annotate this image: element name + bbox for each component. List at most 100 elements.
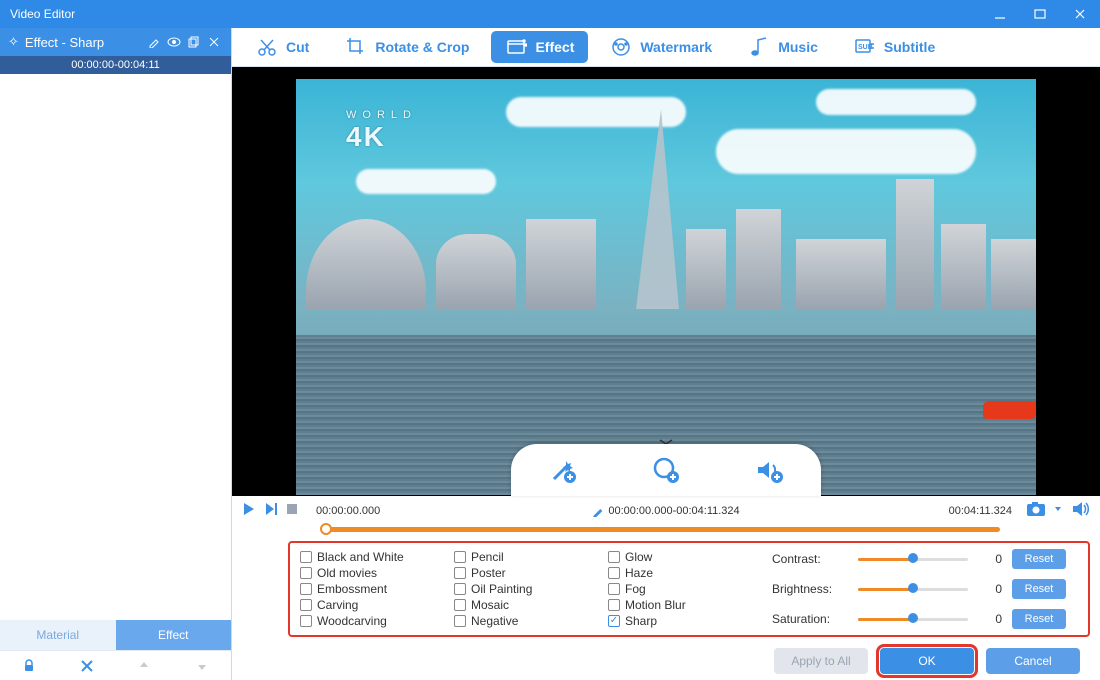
checkbox-icon: [300, 615, 312, 627]
sidebar-tabs: Material Effect: [0, 620, 231, 650]
eye-icon[interactable]: [165, 33, 183, 51]
time-end: 00:04:11.324: [949, 505, 1012, 517]
effect-sharp[interactable]: Sharp: [608, 613, 748, 629]
reset-button[interactable]: Reset: [1012, 549, 1066, 569]
checkbox-icon: [300, 583, 312, 595]
checkbox-icon: [300, 551, 312, 563]
effect-label: Motion Blur: [625, 598, 686, 612]
checkbox-icon: [300, 567, 312, 579]
video-preview[interactable]: WORLD 4K: [296, 79, 1036, 495]
effect-poster[interactable]: Poster: [454, 565, 594, 581]
volume-button[interactable]: [1072, 501, 1090, 520]
tab-effect[interactable]: Effect: [116, 620, 232, 650]
magic-wand-button[interactable]: [544, 451, 582, 489]
cut-icon: [256, 36, 278, 58]
effect-label: Mosaic: [471, 598, 509, 612]
effect-motion-blur[interactable]: Motion Blur: [608, 597, 748, 613]
time-range: 00:00:00.000-00:04:11.324: [608, 505, 739, 517]
slider-row: Brightness: 0 Reset: [772, 579, 1078, 599]
zoom-add-button[interactable]: [647, 451, 685, 489]
reset-button[interactable]: Reset: [1012, 579, 1066, 599]
titlebar: Video Editor: [0, 0, 1100, 28]
checkbox-icon: [454, 583, 466, 595]
effect-label: Haze: [625, 566, 653, 580]
effect-carving[interactable]: Carving: [300, 597, 440, 613]
effect-old-movies[interactable]: Old movies: [300, 565, 440, 581]
dialog-buttons: Apply to All OK Cancel: [232, 641, 1100, 680]
effect-fog[interactable]: Fog: [608, 581, 748, 597]
effect-button[interactable]: Effect: [491, 31, 588, 63]
cancel-button[interactable]: Cancel: [986, 648, 1080, 674]
copy-icon[interactable]: [185, 33, 203, 51]
music-icon: [748, 36, 770, 58]
slider-track[interactable]: [858, 586, 968, 592]
tab-material[interactable]: Material: [0, 620, 116, 650]
boat-graphic: [983, 401, 1036, 419]
checkbox-icon: [454, 567, 466, 579]
effect-label: Oil Painting: [471, 582, 532, 596]
effect-glow[interactable]: Glow: [608, 549, 748, 565]
music-button[interactable]: Music: [734, 31, 832, 63]
effect-pencil[interactable]: Pencil: [454, 549, 594, 565]
slider-row: Contrast: 0 Reset: [772, 549, 1078, 569]
delete-icon[interactable]: [58, 660, 116, 672]
effect-negative[interactable]: Negative: [454, 613, 594, 629]
checkbox-icon: [608, 599, 620, 611]
watermark-button[interactable]: Watermark: [596, 31, 726, 63]
effect-label: Negative: [471, 614, 518, 628]
effect-label: Fog: [625, 582, 646, 596]
close-button[interactable]: [1060, 0, 1100, 28]
rotate-crop-button[interactable]: Rotate & Crop: [331, 31, 483, 63]
play-button[interactable]: [242, 502, 256, 519]
effect-mosaic[interactable]: Mosaic: [454, 597, 594, 613]
seek-bar[interactable]: [232, 525, 1100, 535]
clip-range[interactable]: 00:00:00-00:04:11: [0, 56, 231, 74]
effect-icon: [505, 36, 527, 58]
slider-track[interactable]: [858, 556, 968, 562]
checkbox-icon: [608, 567, 620, 579]
sidebar: ✧ Effect - Sharp 00:00:00-00:04:11 Mater…: [0, 28, 232, 680]
watermark-icon: [610, 36, 632, 58]
main-toolbar: Cut Rotate & Crop Effect Watermark Music…: [232, 28, 1100, 67]
slider-label: Contrast:: [772, 552, 848, 566]
sidebar-toolbar: [0, 650, 231, 680]
reset-button[interactable]: Reset: [1012, 609, 1066, 629]
dropdown-icon[interactable]: [1054, 503, 1062, 518]
effect-label: Carving: [317, 598, 358, 612]
effect-haze[interactable]: Haze: [608, 565, 748, 581]
effect-oil-painting[interactable]: Oil Painting: [454, 581, 594, 597]
slider-value: 0: [978, 582, 1002, 596]
stop-button[interactable]: [286, 503, 298, 518]
step-button[interactable]: [264, 502, 278, 519]
effect-woodcarving[interactable]: Woodcarving: [300, 613, 440, 629]
floating-controls: [511, 444, 821, 496]
checkbox-icon: [454, 615, 466, 627]
ok-button[interactable]: OK: [880, 648, 974, 674]
audio-add-button[interactable]: [750, 451, 788, 489]
subtitle-button[interactable]: SUB Subtitle: [840, 31, 949, 63]
slider-value: 0: [978, 552, 1002, 566]
checkbox-icon: [300, 599, 312, 611]
effect-label: Old movies: [317, 566, 377, 580]
cut-button[interactable]: Cut: [242, 31, 323, 63]
lock-icon[interactable]: [0, 659, 58, 673]
apply-to-all-button[interactable]: Apply to All: [774, 648, 868, 674]
move-up-icon[interactable]: [116, 660, 174, 672]
effect-label: Woodcarving: [317, 614, 387, 628]
sidebar-header-label: Effect - Sharp: [25, 35, 143, 50]
maximize-button[interactable]: [1020, 0, 1060, 28]
checkbox-icon: [608, 615, 620, 627]
snapshot-button[interactable]: [1026, 501, 1046, 520]
effect-embossment[interactable]: Embossment: [300, 581, 440, 597]
subtitle-icon: SUB: [854, 36, 876, 58]
effect-black-and-white[interactable]: Black and White: [300, 549, 440, 565]
minimize-button[interactable]: [980, 0, 1020, 28]
slider-track[interactable]: [858, 616, 968, 622]
slider-label: Brightness:: [772, 582, 848, 596]
effect-label: Embossment: [317, 582, 387, 596]
move-down-icon[interactable]: [173, 660, 231, 672]
effect-label: Black and White: [317, 550, 404, 564]
close-icon[interactable]: [205, 33, 223, 51]
edit-icon[interactable]: [145, 33, 163, 51]
edit-icon[interactable]: [592, 505, 604, 517]
